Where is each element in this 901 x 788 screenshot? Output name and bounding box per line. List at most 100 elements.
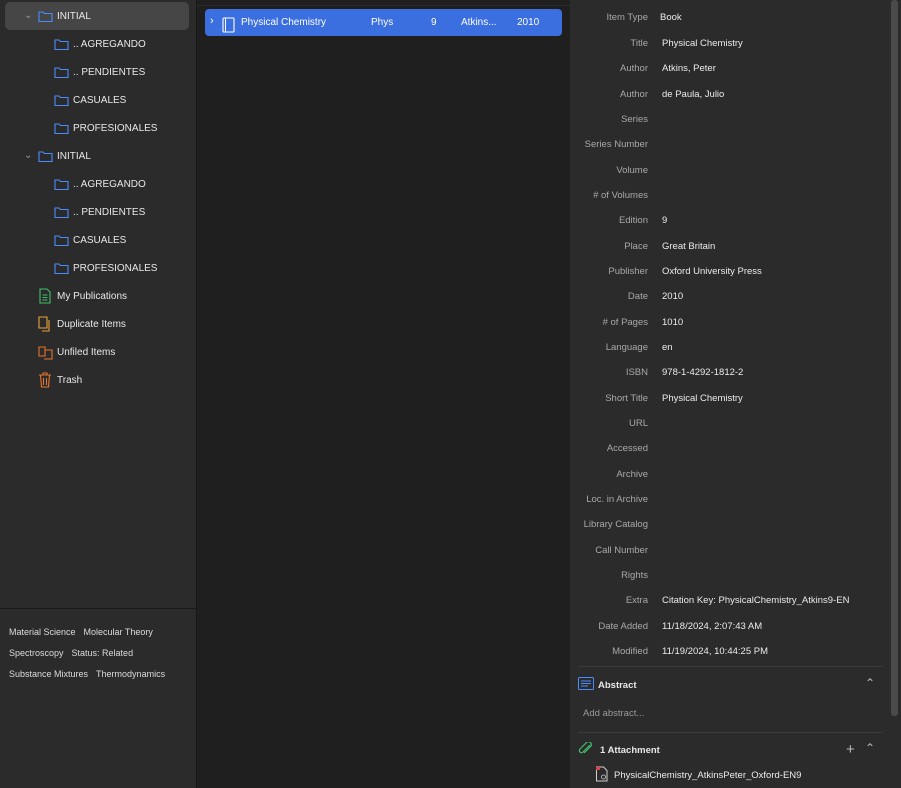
book-icon [222,17,235,33]
chevron-up-icon[interactable]: ⌃ [865,741,875,755]
collection-initial-2[interactable]: ⌄ INITIAL [0,142,197,170]
item-row[interactable]: › Physical Chemistry Phys 9 Atkins... 20… [205,9,562,36]
field-label: Author [620,89,648,100]
field-value[interactable]: Oxford University Press [662,266,762,277]
field-label: Author [620,63,648,74]
collection-profesionales-1[interactable]: PROFESIONALES [0,114,197,142]
collection-label: CASUALES [73,234,127,246]
folder-icon [54,38,69,50]
folder-icon [54,234,69,246]
collection-pendientes-1[interactable]: .. PENDIENTES [0,58,197,86]
field-value[interactable]: de Paula, Julio [662,89,724,100]
folder-icon [38,10,53,22]
folder-icon [38,150,53,162]
field-label: Place [624,241,648,252]
collection-casuales-1[interactable]: CASUALES [0,86,197,114]
paperclip-icon [578,741,594,759]
collection-label: My Publications [57,290,128,302]
attachment-filename[interactable]: PhysicalChemistry_AtkinsPeter_Oxford-EN9 [614,770,801,781]
collection-label: Unfiled Items [57,346,116,358]
attachments-header[interactable]: 1 Attachment [600,745,660,756]
collection-label: INITIAL [57,10,91,22]
tag-selector: Material Science Molecular Theory Spectro… [9,622,194,685]
folder-icon [54,206,69,218]
chevron-down-icon[interactable]: ⌄ [24,151,34,161]
item-pane-scrollbar[interactable] [891,0,898,716]
duplicate-icon [38,316,52,332]
field-label: # of Volumes [593,190,648,201]
tag[interactable]: Molecular Theory [84,622,153,643]
field-value[interactable]: 9 [662,215,667,226]
collection-profesionales-2[interactable]: PROFESIONALES [0,254,197,282]
folder-icon [54,94,69,106]
duplicate-items[interactable]: Duplicate Items [0,310,197,338]
field-label: Item Type [606,12,648,23]
collection-pendientes-2[interactable]: .. PENDIENTES [0,198,197,226]
field-label: Accessed [606,443,648,454]
item-year: 2010 [517,17,540,28]
unfiled-items[interactable]: Unfiled Items [0,338,197,366]
chevron-up-icon[interactable]: ⌃ [865,676,875,690]
field-label: Date Added [598,621,648,632]
folder-icon [54,66,69,78]
field-value[interactable]: Book [660,12,682,23]
chevron-right-icon[interactable]: › [210,15,214,27]
field-label: Modified [612,646,648,657]
tag[interactable]: Spectroscopy [9,643,64,664]
collection-initial-1[interactable]: ⌄ INITIAL [5,2,189,30]
field-value[interactable]: Great Britain [662,241,715,252]
column-header-divider [197,5,570,6]
collection-label: .. AGREGANDO [73,178,146,190]
field-value[interactable]: 11/18/2024, 2:07:43 AM [662,621,762,632]
collections-pane: ⌄ INITIAL .. AGREGANDO .. PENDIENTES CAS… [0,0,197,788]
tag[interactable]: Material Science [9,622,76,643]
field-label: Edition [618,215,648,226]
field-value[interactable]: Atkins, Peter [662,63,716,74]
field-label: Title [630,38,648,49]
collection-casuales-2[interactable]: CASUALES [0,226,197,254]
pdf-icon [595,766,609,785]
field-label: Publisher [608,266,648,277]
collection-agregando-2[interactable]: .. AGREGANDO [0,170,197,198]
field-label: Volume [616,165,648,176]
field-label: Series Number [584,139,648,150]
collection-label: PROFESIONALES [73,122,158,134]
trash[interactable]: Trash [0,366,197,394]
tag[interactable]: Thermodynamics [96,664,165,685]
field-label: Date [627,291,648,302]
collection-label: .. PENDIENTES [73,66,146,78]
item-edition: 9 [431,17,437,28]
my-publications[interactable]: My Publications [0,282,197,310]
field-value[interactable]: Citation Key: PhysicalChemistry_Atkins9-… [662,595,849,606]
section-divider [578,732,883,733]
folder-icon [54,178,69,190]
field-value[interactable]: Physical Chemistry [662,393,743,404]
collection-label: .. PENDIENTES [73,206,146,218]
field-value[interactable]: 11/19/2024, 10:44:25 PM [662,646,768,657]
section-divider [578,666,883,667]
chevron-down-icon[interactable]: ⌄ [24,11,34,21]
field-value[interactable]: 978-1-4292-1812-2 [662,367,743,378]
field-value[interactable]: 1010 [662,317,683,328]
field-label: Call Number [595,545,648,556]
unfiled-icon [38,344,53,360]
field-value[interactable]: 2010 [662,291,683,302]
add-attachment-icon[interactable]: + [846,742,855,757]
abstract-input[interactable]: Add abstract... [583,708,644,719]
collection-tree: ⌄ INITIAL .. AGREGANDO .. PENDIENTES CAS… [0,2,197,394]
field-value[interactable]: en [662,342,673,353]
abstract-icon [578,677,594,693]
field-label: Archive [616,469,648,480]
item-title: Physical Chemistry [241,17,327,28]
folder-icon [54,122,69,134]
items-pane: › Physical Chemistry Phys 9 Atkins... 20… [197,0,570,788]
collection-label: Duplicate Items [57,318,126,330]
item-short-title: Phys [371,17,394,28]
field-label: # of Pages [602,317,648,328]
tag[interactable]: Substance Mixtures [9,664,88,685]
abstract-header[interactable]: Abstract [598,680,637,691]
field-value[interactable]: Physical Chemistry [662,38,743,49]
collection-agregando-1[interactable]: .. AGREGANDO [0,30,197,58]
tag[interactable]: Status: Related [72,643,134,664]
field-label: Series [621,114,648,125]
